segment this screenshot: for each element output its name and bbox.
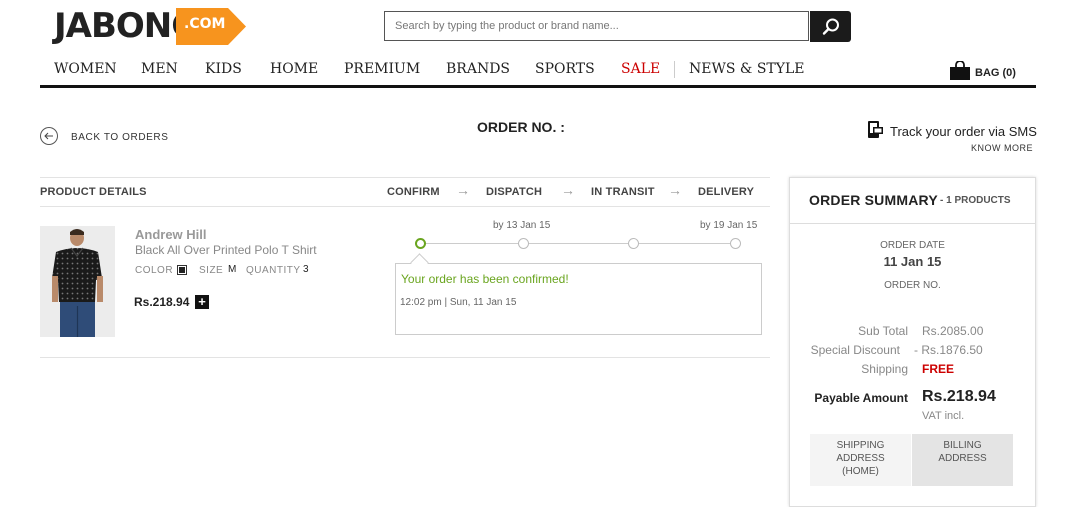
back-arrow-icon[interactable]	[40, 127, 58, 145]
shipping-value: FREE	[922, 362, 955, 376]
color-label: COLOR	[135, 265, 174, 276]
step-confirm-header: CONFIRM	[387, 186, 440, 198]
search-icon	[822, 18, 839, 35]
special-discount-label: Special Discount	[810, 343, 900, 357]
bag-icon[interactable]	[949, 61, 971, 80]
shipping-address-tab[interactable]: SHIPPING ADDRESS (HOME)	[810, 434, 911, 486]
nav-sports[interactable]: SPORTS	[535, 61, 595, 77]
nav-home[interactable]: HOME	[270, 61, 318, 77]
product-details-header: PRODUCT DETAILS	[40, 186, 147, 198]
vat-note: VAT incl.	[922, 410, 965, 422]
step-delivery-header: DELIVERY	[698, 186, 755, 198]
shipping-label: Shipping	[861, 362, 908, 376]
subtotal-value: Rs.2085.00	[922, 324, 984, 338]
order-summary-count: - 1 PRODUCTS	[940, 195, 1011, 206]
size-value: M	[228, 264, 237, 275]
tracker-line	[421, 243, 736, 244]
step-in-transit-header: IN TRANSIT	[591, 186, 655, 198]
search-button[interactable]	[810, 11, 851, 42]
quantity-value: 3	[303, 264, 309, 275]
nav-divider	[674, 61, 675, 78]
table-top-rule	[40, 177, 770, 178]
know-more-link[interactable]: KNOW MORE	[971, 143, 1033, 153]
product-name[interactable]: Black All Over Printed Polo T Shirt	[135, 243, 317, 257]
step-in-transit-dot	[628, 238, 639, 249]
table-bottom-rule	[40, 357, 770, 358]
quantity-label: QUANTITY	[246, 265, 301, 276]
delivery-by-date: by 19 Jan 15	[700, 220, 758, 231]
shipping-address-line: ADDRESS	[836, 453, 885, 464]
expand-plus-icon[interactable]: +	[195, 295, 209, 309]
product-price: Rs.218.94	[134, 295, 190, 309]
status-message: Your order has been confirmed!	[401, 272, 569, 286]
order-date-label: ORDER DATE	[880, 240, 945, 251]
nav-underline	[40, 85, 1036, 88]
special-discount-value: - Rs.1876.50	[914, 343, 983, 357]
nav-brands[interactable]: BRANDS	[446, 61, 510, 77]
billing-address-tab[interactable]: BILLING ADDRESS	[912, 434, 1013, 486]
step-arrow-icon: →	[456, 182, 470, 198]
summary-divider	[790, 223, 1035, 224]
payable-amount-label: Payable Amount	[814, 391, 908, 405]
logo-badge-text: .COM	[184, 16, 226, 32]
step-arrow-icon: →	[561, 182, 575, 198]
nav-sale[interactable]: SALE	[621, 61, 660, 77]
nav-women[interactable]: WOMEN	[54, 61, 117, 77]
subtotal-label: Sub Total	[858, 324, 908, 338]
table-header-rule	[40, 206, 770, 207]
search-input[interactable]	[384, 11, 809, 41]
nav-news-style[interactable]: NEWS & STYLE	[689, 61, 805, 77]
shipping-address-line: SHIPPING	[836, 440, 885, 451]
step-arrow-icon: →	[668, 182, 682, 198]
product-image[interactable]	[40, 226, 115, 337]
back-to-orders-link[interactable]: BACK TO ORDERS	[71, 132, 169, 143]
order-number-title: ORDER NO. :	[477, 119, 565, 135]
status-timestamp: 12:02 pm | Sun, 11 Jan 15	[400, 297, 517, 308]
size-label: SIZE	[199, 265, 224, 276]
bag-label[interactable]: BAG (0)	[975, 67, 1016, 79]
billing-address-line: ADDRESS	[938, 453, 987, 464]
order-summary-title: ORDER SUMMARY	[809, 192, 938, 208]
step-delivery-dot	[730, 238, 741, 249]
nav-men[interactable]: MEN	[141, 61, 178, 77]
color-swatch	[177, 265, 187, 275]
product-brand[interactable]: Andrew Hill	[135, 227, 207, 242]
shipping-address-line: (HOME)	[842, 466, 879, 477]
billing-address-line: BILLING	[943, 440, 982, 451]
nav-premium[interactable]: PREMIUM	[344, 61, 420, 77]
order-date-value: 11 Jan 15	[883, 254, 942, 269]
nav-kids[interactable]: KIDS	[205, 61, 242, 77]
step-dispatch-dot	[518, 238, 529, 249]
order-no-label: ORDER NO.	[884, 280, 941, 291]
track-sms-label[interactable]: Track your order via SMS	[890, 124, 1037, 139]
dispatch-by-date: by 13 Jan 15	[493, 220, 551, 231]
payable-amount-value: Rs.218.94	[922, 388, 996, 405]
mobile-sms-icon	[868, 121, 883, 138]
step-confirm-dot	[415, 238, 426, 249]
step-dispatch-header: DISPATCH	[486, 186, 543, 198]
